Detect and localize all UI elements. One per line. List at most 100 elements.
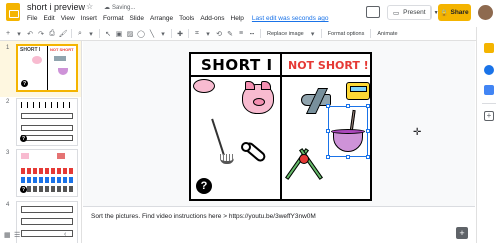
animate-button[interactable]: Animate xyxy=(375,31,399,37)
explore-icon[interactable]: + xyxy=(456,227,468,239)
slide-thumbnail-1[interactable]: SHORT I NOT SHORT ? xyxy=(16,44,78,92)
menu-slide[interactable]: Slide xyxy=(130,15,144,22)
collapse-panel-icon[interactable]: ‹ xyxy=(64,231,66,238)
not-short-heading[interactable]: NOT SHORT ! xyxy=(288,59,369,72)
tasks-icon[interactable] xyxy=(484,65,494,75)
format-options-button[interactable]: Format options xyxy=(326,31,367,37)
grid-view-icon[interactable]: ▦ xyxy=(4,231,11,239)
reset-image-icon[interactable]: ⟲ xyxy=(215,30,223,38)
shape-icon[interactable]: ◯ xyxy=(137,30,145,38)
last-edit-link[interactable]: Last edit was seconds ago xyxy=(252,15,329,22)
toolbar-divider xyxy=(370,29,372,38)
chevron-down-icon[interactable]: ▾ xyxy=(159,30,167,38)
line-icon[interactable]: ╲ xyxy=(148,30,156,38)
resize-handle[interactable] xyxy=(326,155,330,159)
thumb-title: SHORT I xyxy=(20,47,41,53)
slide-thumbnail-4[interactable] xyxy=(16,201,78,243)
pig-snout xyxy=(253,98,265,106)
slide-number: 4 xyxy=(6,202,10,208)
scissors-blade-image xyxy=(299,148,323,180)
slide-number: 2 xyxy=(6,99,10,105)
slide-thumbnail-3[interactable]: ? xyxy=(16,149,78,197)
share-label: Share xyxy=(450,9,469,16)
resize-handle[interactable] xyxy=(346,104,350,108)
filmstrip-view-icon[interactable]: ☰ xyxy=(14,231,20,239)
present-button[interactable]: ▭ Present ▼ xyxy=(387,5,439,20)
thumb-bowl-image xyxy=(58,68,68,75)
resize-handle[interactable] xyxy=(326,129,330,133)
print-icon[interactable]: ⎙ xyxy=(48,30,56,38)
resize-handle[interactable] xyxy=(366,155,370,159)
chevron-down-icon[interactable]: ▾ xyxy=(309,30,317,38)
mop-handle-image[interactable] xyxy=(211,118,225,156)
small-pig-image[interactable] xyxy=(193,79,215,93)
thumb-image xyxy=(57,153,65,159)
mop-image[interactable] xyxy=(220,154,234,164)
select-icon[interactable]: ↖ xyxy=(104,30,112,38)
menu-add-ons[interactable]: Add-ons xyxy=(200,15,224,22)
slide-number: 1 xyxy=(6,45,10,51)
document-title[interactable]: short i preview xyxy=(27,2,85,12)
menu-insert[interactable]: Insert xyxy=(81,15,97,22)
undo-icon[interactable]: ↶ xyxy=(26,30,34,38)
thumb-letter-boxes xyxy=(21,113,73,119)
resize-handle[interactable] xyxy=(366,104,370,108)
slide-filmstrip: 1 SHORT I NOT SHORT ? 2 ? 3 ? 4 xyxy=(0,41,82,243)
thumb-letter-row xyxy=(21,177,73,183)
replace-image-button[interactable]: Replace image xyxy=(265,31,306,37)
calendar-icon[interactable] xyxy=(484,85,494,95)
scissors-handle xyxy=(299,154,309,164)
toolbar-divider xyxy=(188,29,189,38)
speaker-notes-panel[interactable] xyxy=(83,206,475,234)
share-button[interactable]: 🔒 Share xyxy=(438,4,471,21)
slide-number: 3 xyxy=(6,150,10,156)
new-slide-icon[interactable]: + xyxy=(4,30,12,38)
menu-tools[interactable]: Tools xyxy=(179,15,194,22)
image-icon[interactable]: ▨ xyxy=(126,30,134,38)
thumb-grid xyxy=(21,102,73,108)
thumb-title: NOT SHORT xyxy=(50,47,74,52)
border-weight-icon[interactable]: ≡ xyxy=(237,30,245,38)
crop-icon[interactable]: ⌗ xyxy=(193,30,201,38)
text-box-icon[interactable]: ▣ xyxy=(115,30,123,38)
chevron-down-icon[interactable]: ▾ xyxy=(87,30,95,38)
top-bar: short i preview ☆ ☁ Saving... File Edit … xyxy=(0,0,500,27)
avatar[interactable] xyxy=(478,5,493,20)
paint-format-icon[interactable]: 🖌 xyxy=(59,30,68,38)
short-i-heading[interactable]: SHORT I xyxy=(201,56,273,74)
redo-icon[interactable]: ↷ xyxy=(37,30,45,38)
menu-format[interactable]: Format xyxy=(103,15,124,22)
chevron-down-icon[interactable]: ▾ xyxy=(204,30,212,38)
speaker-notes-text[interactable]: Sort the pictures. Find video instructio… xyxy=(91,213,316,220)
star-icon[interactable]: ☆ xyxy=(86,2,93,11)
question-icon[interactable]: ? xyxy=(196,178,212,194)
menu-bar: File Edit View Insert Format Slide Arran… xyxy=(27,15,329,22)
pig-image[interactable] xyxy=(242,81,274,114)
school-bus-image[interactable] xyxy=(346,82,370,100)
selection-box[interactable] xyxy=(326,104,370,159)
rail-divider xyxy=(482,103,496,104)
slide-thumbnail-2[interactable]: ? xyxy=(16,98,78,146)
toolbar-divider xyxy=(171,29,172,38)
chevron-down-icon[interactable]: ▾ xyxy=(15,30,23,38)
keep-icon[interactable] xyxy=(484,43,494,53)
current-slide[interactable]: SHORT I NOT SHORT ! ? xyxy=(189,52,372,201)
border-color-icon[interactable]: ✎ xyxy=(226,30,234,38)
save-status-text: Saving... xyxy=(112,4,136,11)
crosshair-cursor-icon: ✛ xyxy=(413,127,422,138)
menu-arrange[interactable]: Arrange xyxy=(150,15,173,22)
add-ons-icon[interactable]: + xyxy=(484,111,494,121)
zoom-icon[interactable]: ⌕ xyxy=(76,30,84,38)
toolbar-divider xyxy=(99,29,100,38)
comment-history-icon[interactable] xyxy=(366,6,380,18)
slides-logo-icon[interactable] xyxy=(6,3,20,21)
resize-handle[interactable] xyxy=(366,129,370,133)
menu-view[interactable]: View xyxy=(61,15,75,22)
resize-handle[interactable] xyxy=(346,155,350,159)
comment-icon[interactable]: ✚ xyxy=(176,30,184,38)
menu-edit[interactable]: Edit xyxy=(43,15,54,22)
border-dash-icon[interactable]: ┅ xyxy=(248,30,256,38)
resize-handle[interactable] xyxy=(326,104,330,108)
menu-file[interactable]: File xyxy=(27,15,37,22)
menu-help[interactable]: Help xyxy=(231,15,244,22)
